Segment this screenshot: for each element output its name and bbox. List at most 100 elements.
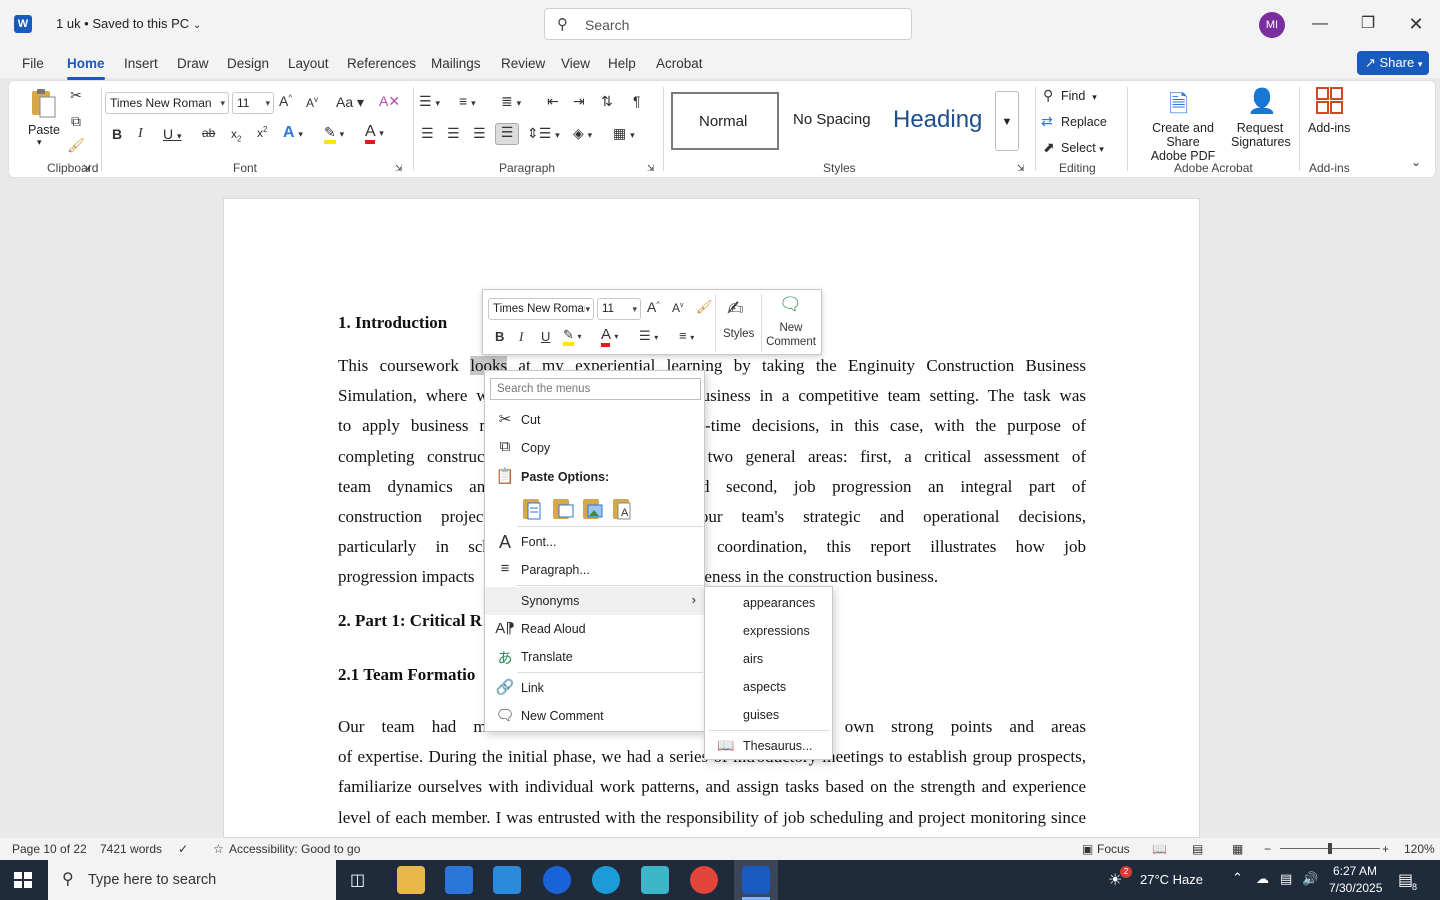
- print-layout-icon[interactable]: ▤: [1192, 842, 1203, 856]
- font-size-combo[interactable]: 11 ▾: [232, 92, 274, 114]
- page-count[interactable]: Page 10 of 22: [12, 842, 87, 856]
- styles-more-button[interactable]: ▼: [995, 91, 1019, 151]
- word-taskbar-icon[interactable]: [734, 860, 778, 900]
- tab-mailings[interactable]: Mailings: [431, 56, 481, 71]
- mini-bullets-icon[interactable]: ☰ ▾: [639, 328, 658, 344]
- mini-grow-font-icon[interactable]: A^: [647, 299, 660, 315]
- mini-styles-icon[interactable]: ✍: [727, 296, 744, 321]
- change-case-icon[interactable]: Aa ▾: [336, 94, 364, 111]
- notifications-icon[interactable]: ▤: [1398, 870, 1413, 890]
- mini-font-color-icon[interactable]: A ▾: [601, 326, 618, 347]
- align-left-icon[interactable]: ☰: [421, 125, 434, 142]
- add-ins-icon[interactable]: [1316, 87, 1344, 115]
- select-icon[interactable]: ⬈: [1043, 139, 1055, 156]
- align-right-icon[interactable]: ☰: [473, 125, 486, 142]
- create-share-pdf-button[interactable]: Create and Share Adobe PDF: [1137, 121, 1229, 163]
- focus-button[interactable]: Focus: [1097, 842, 1130, 856]
- context-translate[interactable]: あ Translate: [485, 643, 704, 671]
- tab-review[interactable]: Review: [501, 56, 545, 71]
- word-count[interactable]: 7421 words: [100, 842, 162, 856]
- context-search-input[interactable]: Search the menus: [490, 378, 701, 400]
- mini-font-combo[interactable]: Times New Roman ▾: [488, 298, 594, 320]
- styles-launcher-icon[interactable]: ⇲: [1017, 163, 1025, 174]
- synonym-item[interactable]: expressions: [743, 624, 810, 638]
- synonym-item[interactable]: appearances: [743, 596, 815, 610]
- edge-icon[interactable]: [592, 866, 620, 894]
- minimize-button[interactable]: —: [1308, 12, 1332, 36]
- tab-view[interactable]: View: [561, 56, 590, 71]
- tab-layout[interactable]: Layout: [288, 56, 329, 71]
- paste-text-only-icon[interactable]: A: [611, 495, 635, 521]
- mini-highlight-icon[interactable]: ✎ ▾: [563, 327, 582, 346]
- bold-icon[interactable]: B: [112, 126, 122, 142]
- synonym-item[interactable]: guises: [743, 708, 779, 722]
- increase-indent-icon[interactable]: ⇥: [573, 93, 585, 110]
- mini-bold-icon[interactable]: B: [495, 329, 504, 344]
- cloud-icon[interactable]: ☁: [1256, 871, 1269, 887]
- tab-design[interactable]: Design: [227, 56, 269, 71]
- share-button[interactable]: ↗ Share ▾: [1357, 51, 1429, 75]
- format-painter-icon[interactable]: 🖌: [67, 137, 85, 154]
- synonym-item[interactable]: airs: [743, 652, 763, 666]
- network-icon[interactable]: ▤: [1280, 871, 1292, 887]
- request-signatures-button[interactable]: Request Signatures: [1231, 121, 1291, 149]
- mini-numbering-icon[interactable]: ≡ ▾: [679, 328, 694, 343]
- align-center-icon[interactable]: ☰: [447, 125, 460, 142]
- paste-icon[interactable]: [29, 87, 57, 119]
- thesaurus-item[interactable]: Thesaurus...: [743, 739, 812, 753]
- clear-formatting-icon[interactable]: A✕: [379, 93, 400, 110]
- style-normal[interactable]: Normal: [671, 92, 779, 150]
- replace-icon[interactable]: ⇄: [1041, 113, 1053, 130]
- taskbar-search[interactable]: ⚲ Type here to search: [48, 860, 336, 900]
- file-explorer-icon[interactable]: [397, 866, 425, 894]
- paste-keep-source-icon[interactable]: [521, 495, 545, 521]
- avatar[interactable]: MI: [1259, 12, 1285, 38]
- tab-references[interactable]: References: [347, 56, 416, 71]
- zoom-app-icon[interactable]: [543, 866, 571, 894]
- font-name-combo[interactable]: Times New Roman ▾: [105, 92, 229, 114]
- context-new-comment[interactable]: 🗨 New Comment: [485, 702, 704, 730]
- windows-start-icon[interactable]: [14, 872, 32, 888]
- style-no-spacing[interactable]: No Spacing: [781, 92, 883, 150]
- text-effects-icon[interactable]: A ▾: [283, 124, 303, 142]
- clock-date[interactable]: 7/30/2025: [1329, 881, 1382, 895]
- web-layout-icon[interactable]: ▦: [1232, 842, 1243, 856]
- read-mode-icon[interactable]: 📖: [1152, 842, 1167, 856]
- superscript-icon[interactable]: x2: [257, 125, 267, 140]
- chevron-up-icon[interactable]: ⌃: [1232, 870, 1243, 886]
- shrink-font-icon[interactable]: Av: [306, 95, 318, 110]
- context-synonyms[interactable]: Synonyms ›: [485, 587, 704, 615]
- tab-help[interactable]: Help: [608, 56, 636, 71]
- show-formatting-icon[interactable]: ¶: [633, 93, 641, 109]
- add-ins-button[interactable]: Add-ins: [1308, 121, 1350, 135]
- strikethrough-icon[interactable]: ab: [202, 126, 215, 140]
- paste-dropdown-icon[interactable]: ▾: [37, 137, 42, 148]
- style-heading[interactable]: Heading: [885, 92, 995, 150]
- subscript-icon[interactable]: x2: [231, 127, 241, 143]
- context-link[interactable]: 🔗 Link: [485, 674, 704, 702]
- mini-styles-button[interactable]: Styles: [723, 328, 754, 340]
- zoom-out-icon[interactable]: −: [1264, 842, 1271, 856]
- mini-new-comment-icon[interactable]: 🗨: [779, 294, 802, 315]
- borders-icon[interactable]: ▦ ▾: [613, 125, 635, 142]
- context-paragraph[interactable]: ≡ Paragraph...: [485, 556, 704, 584]
- context-copy[interactable]: ⧉ Copy: [485, 434, 704, 462]
- tab-file[interactable]: File: [22, 56, 44, 71]
- paste-picture-icon[interactable]: [581, 495, 605, 521]
- store-icon[interactable]: [445, 866, 473, 894]
- bullets-icon[interactable]: ☰ ▾: [419, 93, 440, 110]
- zoom-in-icon[interactable]: +: [1382, 842, 1389, 856]
- restore-button[interactable]: ❐: [1356, 12, 1380, 36]
- clock-time[interactable]: 6:27 AM: [1333, 864, 1377, 878]
- underline-icon[interactable]: U ▾: [163, 126, 182, 142]
- numbering-icon[interactable]: ≡ ▾: [459, 93, 476, 109]
- select-button[interactable]: Select ▾: [1061, 141, 1104, 155]
- context-font[interactable]: A Font...: [485, 528, 704, 556]
- find-icon[interactable]: ⚲: [1043, 87, 1053, 104]
- grow-font-icon[interactable]: A^: [279, 93, 292, 109]
- shading-icon[interactable]: ◈ ▾: [573, 125, 592, 142]
- mini-italic-icon[interactable]: I: [519, 329, 523, 345]
- font-color-icon[interactable]: A ▾: [365, 123, 384, 144]
- mini-shrink-font-icon[interactable]: Av: [672, 301, 684, 315]
- tab-draw[interactable]: Draw: [177, 56, 209, 71]
